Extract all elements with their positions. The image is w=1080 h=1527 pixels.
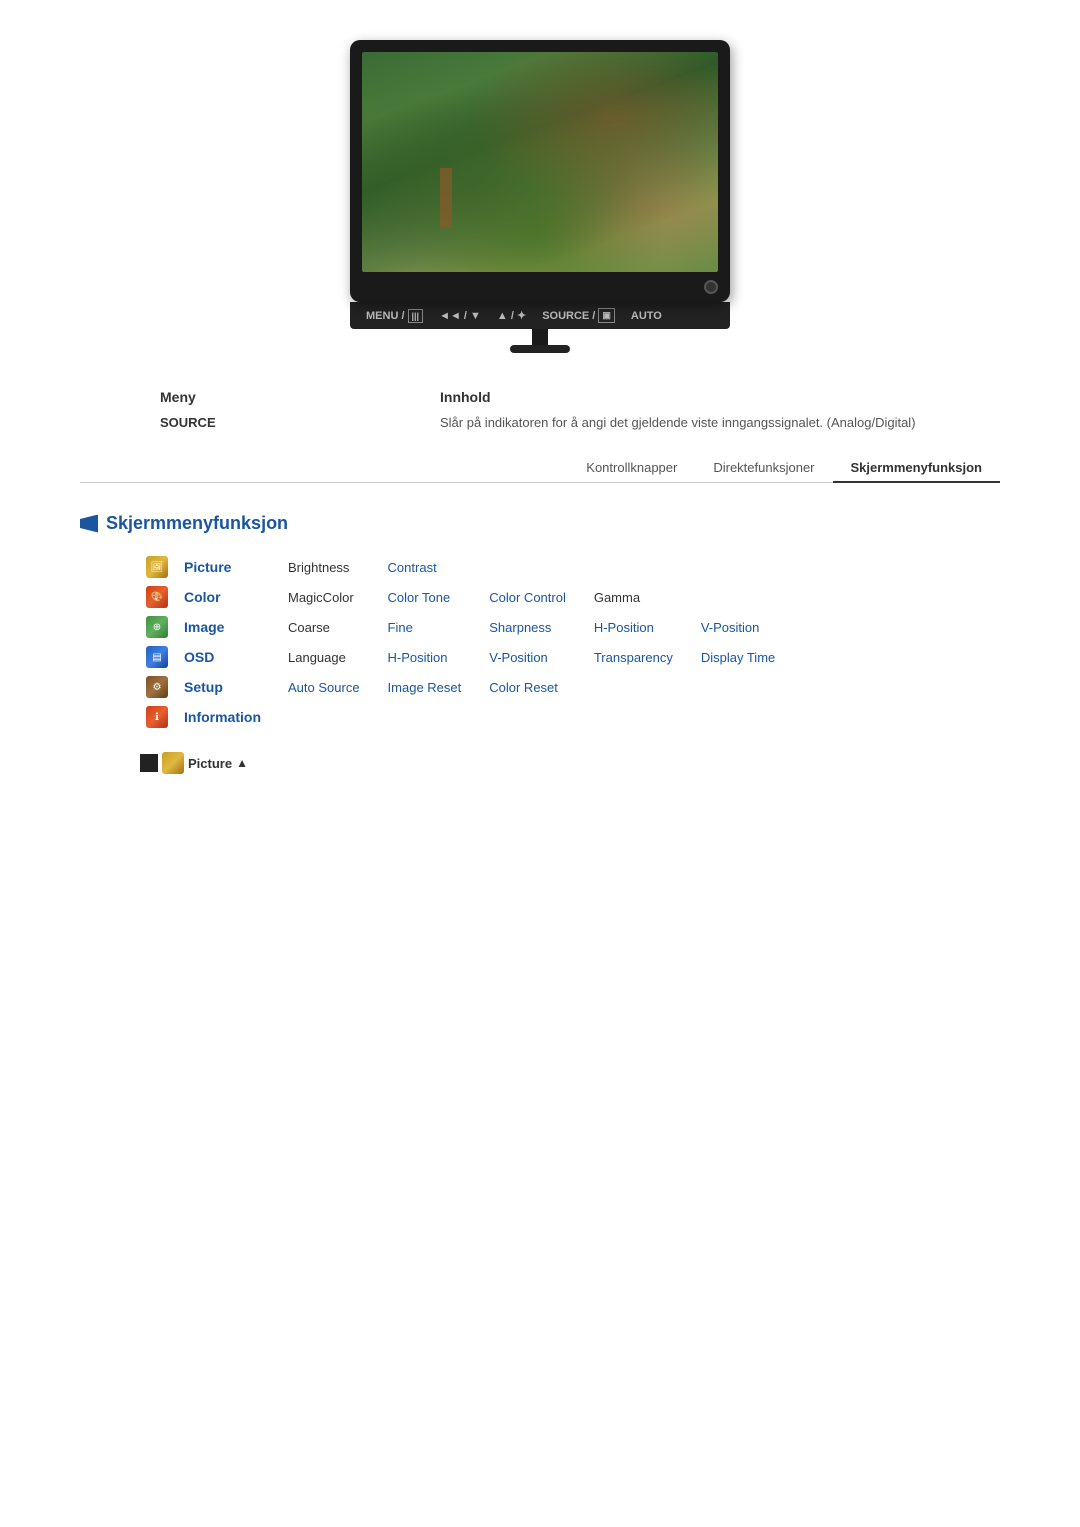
table-header-menu: Meny <box>80 383 240 411</box>
skjerm-section: Skjermmenyfunksjon 🖼 Picture Brightness … <box>80 513 1000 732</box>
breadcrumb-picture-icon <box>162 752 184 774</box>
tab-kontrollknapper[interactable]: Kontrollknapper <box>568 454 695 483</box>
image-icon: ⊕ <box>146 616 168 638</box>
transparency-link[interactable]: Transparency <box>594 650 673 665</box>
monitor-power-button[interactable] <box>704 280 718 294</box>
skjerm-title-text: Skjermmenyfunksjon <box>106 513 288 534</box>
coarse-link[interactable]: Coarse <box>288 620 330 635</box>
source-info-table: Meny Innhold SOURCE Slår på indikatoren … <box>80 383 1000 434</box>
table-row: SOURCE Slår på indikatoren for å angi de… <box>80 411 1000 434</box>
colorreset-link[interactable]: Color Reset <box>489 680 558 695</box>
skjerm-menu-table: 🖼 Picture Brightness Contrast 🎨 Color <box>140 552 789 732</box>
menu-button[interactable]: MENU / ||| <box>366 309 423 323</box>
auto-button[interactable]: AUTO <box>631 310 662 322</box>
monitor-control-bar: MENU / ||| ◄◄ / ▼ ▲ / ✦ SOURCE / ▣ AUTO <box>350 302 730 329</box>
menu-icon: ||| <box>408 309 424 323</box>
menu-row-image: ⊕ Image Coarse Fine Sharpness H-Position <box>140 612 789 642</box>
hposition-osd-link[interactable]: H-Position <box>388 650 448 665</box>
hposition-image-link[interactable]: H-Position <box>594 620 654 635</box>
picture-label[interactable]: Picture <box>184 559 231 575</box>
colortone-link[interactable]: Color Tone <box>388 590 451 605</box>
page-wrapper: MENU / ||| ◄◄ / ▼ ▲ / ✦ SOURCE / ▣ AUTO … <box>0 0 1080 814</box>
osd-label[interactable]: OSD <box>184 649 214 665</box>
autosource-link[interactable]: Auto Source <box>288 680 360 695</box>
colorcontrol-link[interactable]: Color Control <box>489 590 566 605</box>
volume-nav-button[interactable]: ◄◄ / ▼ <box>439 310 481 322</box>
displaytime-link[interactable]: Display Time <box>701 650 775 665</box>
table-header-content: Innhold <box>240 383 1000 411</box>
skjerm-title-icon <box>80 515 98 533</box>
menu-label: MENU / <box>366 310 405 322</box>
setup-label[interactable]: Setup <box>184 679 223 695</box>
source-table-section: Meny Innhold SOURCE Slår på indikatoren … <box>80 383 1000 434</box>
color-label[interactable]: Color <box>184 589 221 605</box>
skjerm-title: Skjermmenyfunksjon <box>80 513 1000 534</box>
tab-navigation: Kontrollknapper Direktefunksjoner Skjerm… <box>80 454 1000 483</box>
source-icon: ▣ <box>598 308 615 323</box>
tab-direktefunksjoner[interactable]: Direktefunksjoner <box>695 454 832 483</box>
image-label[interactable]: Image <box>184 619 224 635</box>
menu-row-osd: ▤ OSD Language H-Position V-Position Tra… <box>140 642 789 672</box>
monitor-outer <box>350 40 730 302</box>
menu-row-information: ℹ Information <box>140 702 789 732</box>
tab-skjermmenyfunksjon[interactable]: Skjermmenyfunksjon <box>833 454 1001 483</box>
breadcrumb-picture-label: Picture <box>188 756 232 771</box>
menu-row-picture: 🖼 Picture Brightness Contrast <box>140 552 789 582</box>
table-cell-menu: SOURCE <box>80 411 240 434</box>
color-icon: 🎨 <box>146 586 168 608</box>
gamma-link[interactable]: Gamma <box>594 590 640 605</box>
menu-row-setup: ⚙ Setup Auto Source Image Reset Color Re… <box>140 672 789 702</box>
picture-breadcrumb: Picture ▲ <box>140 752 1000 774</box>
language-link[interactable]: Language <box>288 650 346 665</box>
information-icon: ℹ <box>146 706 168 728</box>
breadcrumb-nav-icon <box>140 754 158 772</box>
vposition-osd-link[interactable]: V-Position <box>489 650 548 665</box>
table-cell-content: Slår på indikatoren for å angi det gjeld… <box>240 411 1000 434</box>
fine-link[interactable]: Fine <box>388 620 413 635</box>
information-label[interactable]: Information <box>184 709 261 725</box>
breadcrumb-arrow: ▲ <box>236 756 248 770</box>
monitor-screen <box>362 52 718 272</box>
imagereset-link[interactable]: Image Reset <box>388 680 462 695</box>
monitor-section: MENU / ||| ◄◄ / ▼ ▲ / ✦ SOURCE / ▣ AUTO <box>80 40 1000 353</box>
monitor-base <box>510 345 570 353</box>
monitor-stand-neck <box>532 329 548 345</box>
magiccolor-link[interactable]: MagicColor <box>288 590 354 605</box>
osd-icon: ▤ <box>146 646 168 668</box>
contrast-link[interactable]: Contrast <box>388 560 437 575</box>
sharpness-link[interactable]: Sharpness <box>489 620 551 635</box>
source-button[interactable]: SOURCE / ▣ <box>542 308 615 323</box>
brightness-link[interactable]: Brightness <box>288 560 349 575</box>
menu-row-color: 🎨 Color MagicColor Color Tone Color Cont… <box>140 582 789 612</box>
picture-icon: 🖼 <box>146 556 168 578</box>
setup-icon: ⚙ <box>146 676 168 698</box>
brightness-nav-button[interactable]: ▲ / ✦ <box>497 309 526 322</box>
vposition-image-link[interactable]: V-Position <box>701 620 760 635</box>
